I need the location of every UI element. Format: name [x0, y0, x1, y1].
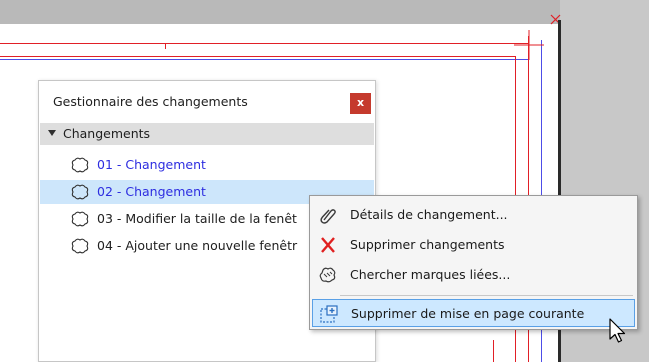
layout-border-top-line	[0, 43, 528, 44]
mouse-cursor-icon	[609, 318, 626, 343]
change-item-label: 01 - Changement	[97, 157, 206, 172]
menu-separator	[340, 295, 633, 296]
context-menu: Détails de changement... Supprimer chang…	[309, 195, 638, 330]
crosshair-marker	[514, 30, 544, 60]
layout-margin-top-line	[0, 59, 528, 60]
change-item-label: 04 - Ajouter une nouvelle fenêtr	[97, 238, 298, 253]
change-item-01[interactable]: 01 - Changement	[40, 153, 374, 177]
menu-item-label: Chercher marques liées...	[350, 267, 511, 282]
change-item-label: 02 - Changement	[97, 184, 206, 199]
expand-arrow-icon[interactable]	[48, 130, 56, 136]
palette-header[interactable]: Gestionnaire des changements x	[39, 81, 375, 121]
revision-cloud-icon	[71, 238, 89, 254]
layout-inner-bottom-tick	[493, 340, 494, 362]
group-label: Changements	[63, 126, 151, 141]
close-button[interactable]: x	[350, 93, 371, 114]
menu-item-find-linked-marks[interactable]: Chercher marques liées...	[312, 261, 635, 289]
revision-cloud-icon	[71, 211, 89, 227]
menu-item-label: Supprimer changements	[350, 237, 505, 252]
paperclip-icon	[320, 209, 336, 224]
canvas-top-margin	[0, 0, 560, 24]
linked-marks-icon	[319, 267, 336, 283]
layout-tick-mark	[165, 43, 166, 49]
menu-item-delete-changes[interactable]: Supprimer changements	[312, 231, 635, 259]
remove-from-layout-icon	[320, 305, 338, 323]
menu-item-remove-from-layout[interactable]: Supprimer de mise en page courante	[312, 299, 635, 327]
menu-item-label: Détails de changement...	[350, 207, 508, 222]
menu-item-label: Supprimer de mise en page courante	[351, 306, 585, 321]
change-item-label: 03 - Modifier la taille de la fenêt	[97, 211, 297, 226]
red-x-icon	[321, 237, 335, 253]
menu-item-change-details[interactable]: Détails de changement...	[312, 201, 635, 229]
palette-title: Gestionnaire des changements	[53, 94, 248, 109]
layout-inner-top-line	[0, 56, 515, 57]
revision-cloud-icon	[71, 184, 89, 200]
changes-group-header[interactable]: Changements	[40, 123, 374, 145]
revision-cloud-icon	[71, 157, 89, 173]
